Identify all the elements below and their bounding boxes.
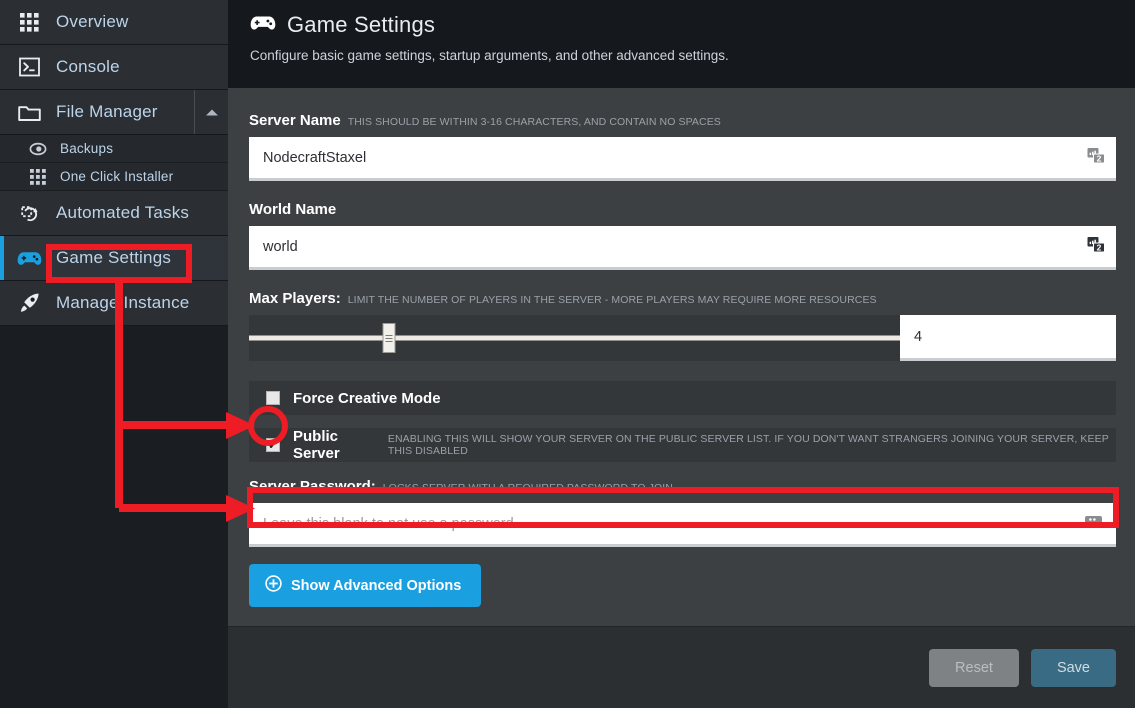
server-name-label-row: Server Name THIS SHOULD BE WITHIN 3-16 C… (249, 112, 1116, 129)
main-panel: Game Settings Configure basic game setti… (228, 0, 1135, 708)
server-name-input[interactable]: NodecraftStaxel 2 (249, 137, 1116, 181)
server-name-value: NodecraftStaxel (263, 149, 367, 166)
sidebar-item-game-settings[interactable]: Game Settings (0, 236, 228, 281)
world-name-value: world (263, 238, 298, 255)
sidebar: Overview Console File Manager Backups On… (0, 0, 228, 708)
show-advanced-options-label: Show Advanced Options (291, 577, 462, 594)
public-server-hint: ENABLING THIS WILL SHOW YOUR SERVER ON T… (387, 433, 1109, 457)
server-password-placeholder: Leave this blank to not use a password. (263, 515, 518, 532)
page-subtitle: Configure basic game settings, startup a… (250, 48, 729, 63)
gamepad-icon (250, 14, 276, 37)
force-creative-mode-label: Force Creative Mode (293, 389, 441, 407)
public-server-label: Public Server (293, 428, 340, 462)
sidebar-item-file-manager[interactable]: File Manager (0, 90, 228, 135)
sidebar-item-console[interactable]: Console (0, 45, 228, 90)
key-manager-icon[interactable] (1084, 511, 1106, 536)
public-server-checkbox[interactable]: ✔ (266, 438, 280, 452)
sidebar-item-overview[interactable]: Overview (0, 0, 228, 45)
server-name-hint: THIS SHOULD BE WITHIN 3-16 CHARACTERS, A… (347, 116, 721, 128)
check-icon: ✔ (267, 437, 279, 452)
settings-form: Server Name THIS SHOULD BE WITHIN 3-16 C… (228, 88, 1135, 626)
sidebar-item-one-click-installer[interactable]: One Click Installer (0, 163, 228, 191)
plus-circle-icon (265, 575, 282, 596)
world-name-label-row: World Name (249, 201, 1116, 218)
form-footer: Reset Save (228, 626, 1135, 708)
max-players-label-row: Max Players: LIMIT THE NUMBER OF PLAYERS… (249, 290, 1116, 307)
slider-track (249, 335, 900, 341)
sidebar-item-label: Overview (56, 12, 129, 31)
grid-icon (14, 12, 44, 32)
page-title: Game Settings (287, 12, 436, 37)
gamepad-icon (14, 250, 44, 267)
svg-text:2: 2 (1097, 153, 1102, 163)
world-name-input[interactable]: world 2 (249, 226, 1116, 270)
sidebar-item-manage-instance[interactable]: Manage Instance (0, 281, 228, 326)
sidebar-item-label: Automated Tasks (56, 203, 190, 222)
slider-handle[interactable] (382, 323, 396, 353)
max-players-slider[interactable] (249, 315, 900, 361)
server-password-label-row: Server Password: LOCKS SERVER WITH A REQ… (249, 478, 1116, 495)
password-manager-badge-icon[interactable]: 2 (1086, 234, 1106, 259)
sidebar-item-label: Backups (60, 141, 114, 156)
page-header: Game Settings Configure basic game setti… (228, 0, 1135, 88)
chevron-up-icon[interactable] (194, 90, 228, 134)
sidebar-item-backups[interactable]: Backups (0, 135, 228, 163)
max-players-value[interactable]: 4 (900, 315, 1116, 361)
app-window: Overview Console File Manager Backups On… (0, 0, 1135, 708)
svg-text:2: 2 (1097, 242, 1102, 252)
save-button[interactable]: Save (1030, 648, 1116, 687)
sidebar-item-label: Console (56, 57, 120, 76)
password-manager-badge-icon[interactable]: 2 (1086, 145, 1106, 170)
tasks-refresh-icon (14, 203, 44, 224)
sidebar-item-label: One Click Installer (60, 169, 174, 184)
server-password-input[interactable]: Leave this blank to not use a password. (249, 503, 1116, 547)
reset-button[interactable]: Reset (929, 648, 1019, 687)
rocket-icon (14, 292, 44, 314)
folder-icon (14, 103, 44, 122)
server-name-label: Server Name (249, 112, 341, 129)
show-advanced-options-button[interactable]: Show Advanced Options (249, 564, 482, 607)
sidebar-item-label: Manage Instance (56, 293, 190, 312)
max-players-row: 4 (249, 315, 1116, 361)
sidebar-item-automated-tasks[interactable]: Automated Tasks (0, 191, 228, 236)
force-creative-mode-row[interactable]: Force Creative Mode (249, 381, 1116, 415)
public-server-row[interactable]: ✔ Public Server ENABLING THIS WILL SHOW … (249, 428, 1116, 462)
server-password-label: Server Password: (249, 478, 376, 495)
grid-icon (26, 168, 50, 185)
sidebar-item-label: Game Settings (56, 248, 172, 267)
max-players-hint: LIMIT THE NUMBER OF PLAYERS IN THE SERVE… (347, 294, 877, 306)
force-creative-mode-checkbox[interactable] (266, 391, 280, 405)
terminal-icon (14, 57, 44, 77)
max-players-label: Max Players: (249, 290, 341, 307)
server-password-hint: LOCKS SERVER WITH A REQUIRED PASSWORD TO… (382, 482, 673, 494)
backup-icon (26, 142, 50, 156)
sidebar-item-label: File Manager (56, 102, 158, 121)
world-name-label: World Name (249, 201, 337, 218)
